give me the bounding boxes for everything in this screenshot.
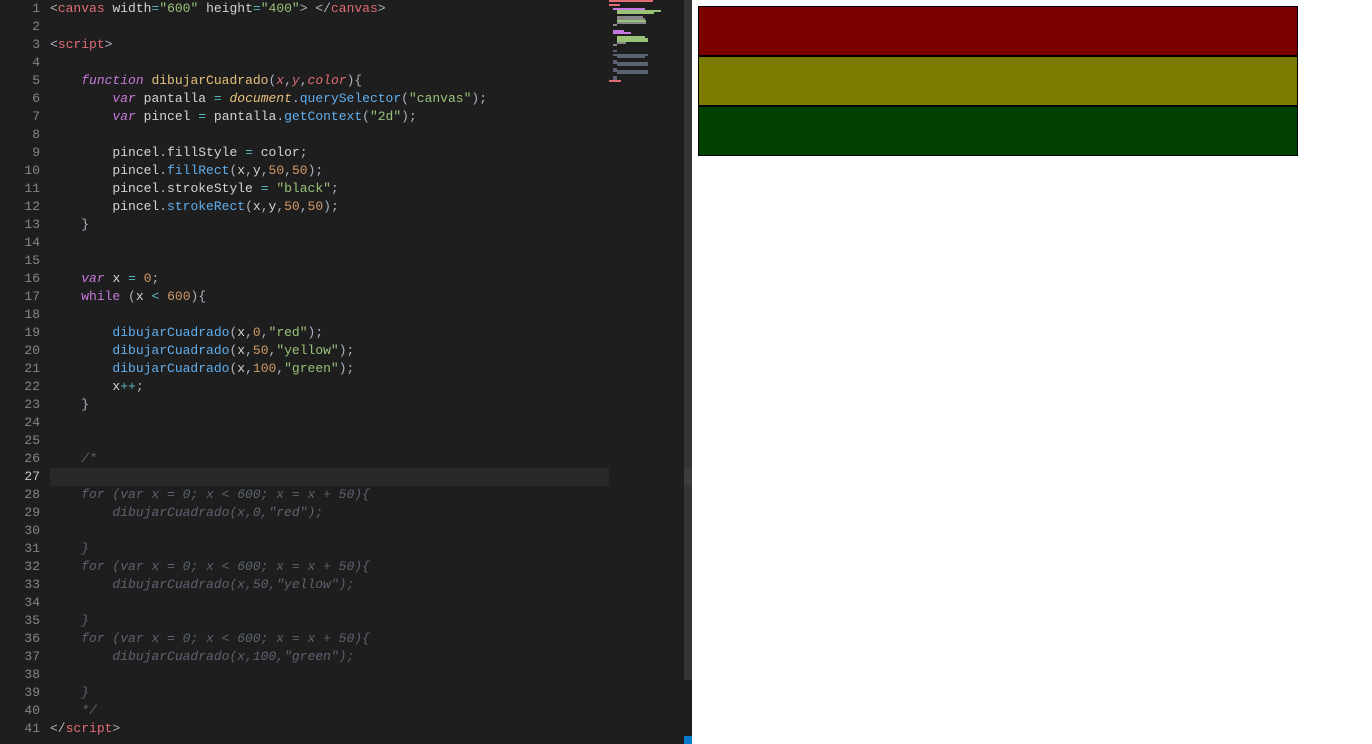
line-number: 11 [0, 180, 40, 198]
line-number: 41 [0, 720, 40, 738]
line-number: 12 [0, 198, 40, 216]
code-line[interactable] [50, 432, 692, 450]
line-number: 17 [0, 288, 40, 306]
code-line[interactable]: function dibujarCuadrado(x,y,color){ [50, 72, 692, 90]
code-line[interactable]: pincel.strokeStyle = "black"; [50, 180, 692, 198]
code-line[interactable]: x++; [50, 378, 692, 396]
code-line[interactable]: } [50, 612, 692, 630]
line-number: 8 [0, 126, 40, 144]
vertical-scrollbar[interactable] [684, 0, 692, 744]
code-line[interactable]: dibujarCuadrado(x,0,"red"); [50, 324, 692, 342]
line-number: 19 [0, 324, 40, 342]
code-line[interactable]: } [50, 684, 692, 702]
code-line[interactable]: dibujarCuadrado(x,50,"yellow"); [50, 576, 692, 594]
code-line[interactable] [50, 252, 692, 270]
code-line[interactable]: var pantalla = document.querySelector("c… [50, 90, 692, 108]
code-line[interactable]: <script> [50, 36, 692, 54]
code-line[interactable]: while (x < 600){ [50, 288, 692, 306]
line-number: 7 [0, 108, 40, 126]
canvas-stripe-red [698, 6, 1298, 56]
code-line[interactable]: pincel.fillStyle = color; [50, 144, 692, 162]
minimap[interactable] [609, 0, 684, 744]
code-line[interactable] [50, 414, 692, 432]
line-number: 33 [0, 576, 40, 594]
code-line[interactable]: /* [50, 450, 692, 468]
code-line[interactable] [50, 522, 692, 540]
code-line[interactable]: dibujarCuadrado(x,100,"green"); [50, 360, 692, 378]
line-number: 6 [0, 90, 40, 108]
code-line[interactable]: */ [50, 702, 692, 720]
line-number: 26 [0, 450, 40, 468]
code-line[interactable]: dibujarCuadrado(x,100,"green"); [50, 648, 692, 666]
code-line[interactable]: } [50, 396, 692, 414]
line-number: 40 [0, 702, 40, 720]
scrollbar-corner [684, 736, 692, 744]
code-line[interactable]: dibujarCuadrado(x,50,"yellow"); [50, 342, 692, 360]
code-line[interactable] [50, 666, 692, 684]
code-line[interactable]: for (var x = 0; x < 600; x = x + 50){ [50, 558, 692, 576]
line-number: 24 [0, 414, 40, 432]
scrollbar-thumb[interactable] [684, 0, 692, 680]
code-line[interactable] [50, 54, 692, 72]
line-number: 32 [0, 558, 40, 576]
line-number: 16 [0, 270, 40, 288]
line-number: 37 [0, 648, 40, 666]
canvas-output [698, 6, 1298, 406]
line-number: 23 [0, 396, 40, 414]
line-number: 2 [0, 18, 40, 36]
line-number: 30 [0, 522, 40, 540]
code-line[interactable] [50, 18, 692, 36]
canvas-stripe-yellow [698, 56, 1298, 106]
line-number: 34 [0, 594, 40, 612]
line-number: 13 [0, 216, 40, 234]
line-number: 31 [0, 540, 40, 558]
line-number: 35 [0, 612, 40, 630]
line-number: 4 [0, 54, 40, 72]
code-line[interactable]: pincel.strokeRect(x,y,50,50); [50, 198, 692, 216]
line-number: 22 [0, 378, 40, 396]
browser-preview-pane [692, 0, 1372, 744]
code-content[interactable]: <canvas width="600" height="400"> </canv… [50, 0, 692, 744]
line-number: 3 [0, 36, 40, 54]
line-number: 36 [0, 630, 40, 648]
line-number: 9 [0, 144, 40, 162]
code-line[interactable]: dibujarCuadrado(x,0,"red"); [50, 504, 692, 522]
line-number: 10 [0, 162, 40, 180]
code-line[interactable]: } [50, 216, 692, 234]
code-line[interactable]: var x = 0; [50, 270, 692, 288]
line-number: 25 [0, 432, 40, 450]
line-number: 1 [0, 0, 40, 18]
code-line[interactable]: var pincel = pantalla.getContext("2d"); [50, 108, 692, 126]
line-number: 5 [0, 72, 40, 90]
line-number: 18 [0, 306, 40, 324]
code-line[interactable] [50, 126, 692, 144]
code-line[interactable]: pincel.fillRect(x,y,50,50); [50, 162, 692, 180]
line-number: 21 [0, 360, 40, 378]
code-editor-pane[interactable]: 1234567891011121314151617181920212223242… [0, 0, 692, 744]
code-line[interactable]: for (var x = 0; x < 600; x = x + 50){ [50, 486, 692, 504]
line-number: 38 [0, 666, 40, 684]
line-number-gutter: 1234567891011121314151617181920212223242… [0, 0, 50, 744]
line-number: 39 [0, 684, 40, 702]
canvas-stripe-green [698, 106, 1298, 156]
line-number: 28 [0, 486, 40, 504]
line-number: 20 [0, 342, 40, 360]
code-line[interactable] [50, 306, 692, 324]
code-line[interactable] [50, 594, 692, 612]
code-line[interactable] [50, 234, 692, 252]
line-number: 29 [0, 504, 40, 522]
code-line[interactable]: </script> [50, 720, 692, 738]
code-line[interactable] [50, 468, 692, 486]
line-number: 27 [0, 468, 40, 486]
line-number: 14 [0, 234, 40, 252]
line-number: 15 [0, 252, 40, 270]
code-line[interactable]: for (var x = 0; x < 600; x = x + 50){ [50, 630, 692, 648]
code-line[interactable]: } [50, 540, 692, 558]
code-line[interactable]: <canvas width="600" height="400"> </canv… [50, 0, 692, 18]
